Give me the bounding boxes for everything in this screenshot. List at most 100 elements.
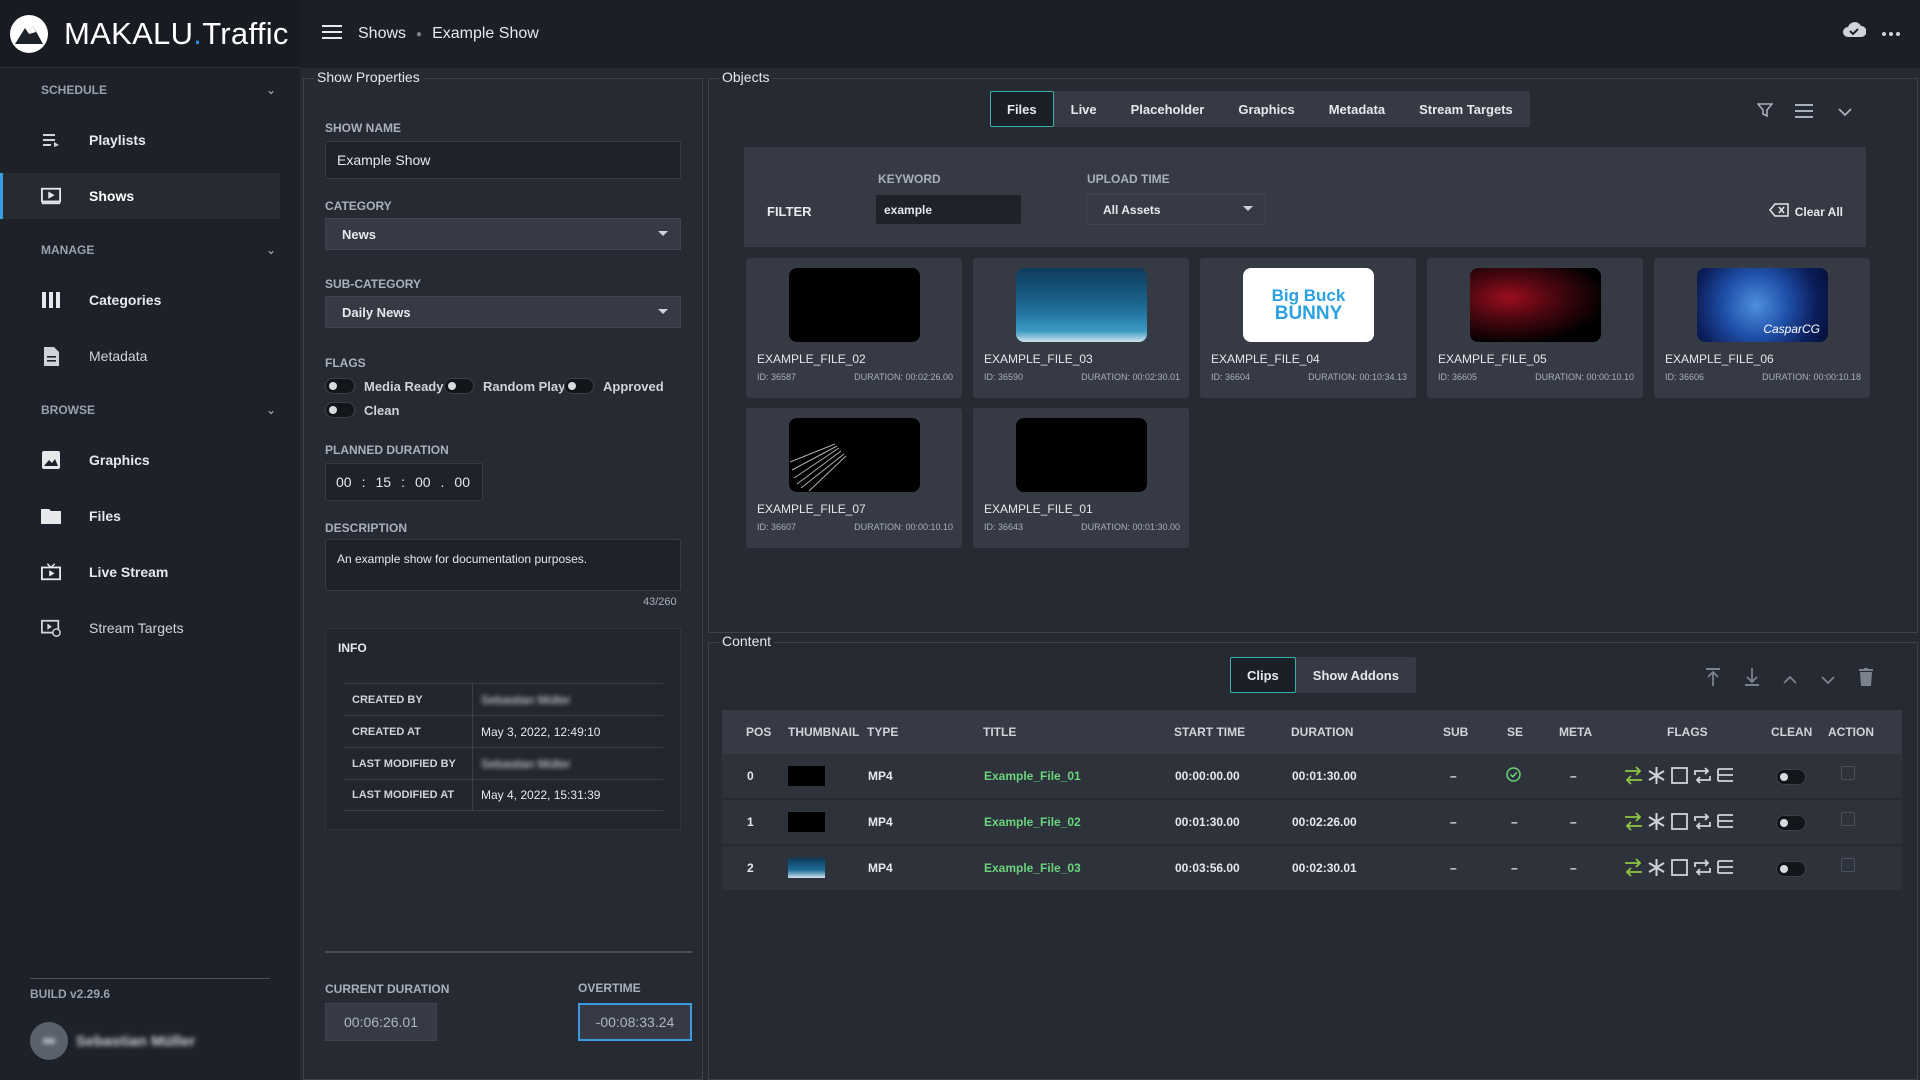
tab-metadata[interactable]: Metadata [1312,91,1402,127]
current-duration-label: CURRENT DURATION [325,982,450,996]
table-row[interactable]: 1 MP4 Example_File_02 00:01:30.00 00:02:… [722,800,1902,844]
build-version: BUILD v2.29.6 [30,978,270,1001]
objects-title: Objects [719,69,773,85]
media-ready-toggle[interactable] [325,378,355,394]
flag-random-play[interactable]: Random Play [444,378,565,394]
asterisk-icon [1648,767,1665,784]
trash-icon[interactable] [1859,668,1873,691]
flag-approved[interactable]: Approved [564,378,664,394]
app-root: MAKALU.Traffic SCHEDULE ⌄ Playlists Shows… [0,0,1920,1080]
planned-duration-input[interactable]: 00:15:00. 00 [325,463,483,501]
sidebar-item-files[interactable]: Files [0,493,280,539]
app-logo[interactable]: MAKALU.Traffic [0,0,300,68]
category-select[interactable]: News [325,218,681,250]
tab-files[interactable]: Files [990,91,1054,127]
clean-toggle[interactable] [1776,769,1806,785]
top-bar: Shows ● Example Show [300,0,1920,68]
move-to-top-icon[interactable] [1706,668,1720,691]
section-manage[interactable]: MANAGE ⌄ [0,232,300,268]
playlist-icon [41,131,61,149]
repeat-icon [1694,767,1711,784]
move-up-icon[interactable] [1783,672,1797,690]
row-flags [1623,857,1736,878]
chevron-down-icon: ⌄ [265,403,276,417]
avatar[interactable]: ■■ [30,1022,68,1060]
info-title: INFO [338,641,367,655]
sidebar-item-categories[interactable]: Categories [0,277,280,323]
file-card[interactable]: EXAMPLE_FILE_03 ID: 36590 DURATION: 00:0… [973,258,1189,398]
planned-duration-label: PLANNED DURATION [325,443,449,457]
overtime-value: -00:08:33.24 [578,1003,692,1041]
more-options-icon[interactable] [1882,23,1900,41]
description-textarea[interactable]: An example show for documentation purpos… [325,539,681,591]
file-card[interactable]: EXAMPLE_FILE_02 ID: 36587 DURATION: 00:0… [746,258,962,398]
section-browse[interactable]: BROWSE ⌄ [0,392,300,428]
action-checkbox[interactable] [1841,766,1855,780]
tab-placeholder[interactable]: Placeholder [1114,91,1222,127]
keyword-input[interactable]: example [875,194,1022,225]
tab-show-addons[interactable]: Show Addons [1296,657,1416,693]
random-play-toggle[interactable] [444,378,474,394]
info-row: CREATED AT May 3, 2022, 12:49:10 [343,715,663,747]
swap-icon [1625,766,1642,785]
tab-graphics[interactable]: Graphics [1221,91,1311,127]
flag-clean[interactable]: Clean [325,402,399,418]
current-duration-value: 00:06:26.01 [325,1003,437,1041]
clean-toggle[interactable] [1776,861,1806,877]
file-card[interactable]: Big Buck BUNNY EXAMPLE_FILE_04 ID: 36604… [1200,258,1416,398]
folder-icon [41,507,61,525]
upload-time-select[interactable]: All Assets [1086,194,1266,225]
show-name-input[interactable]: Example Show [325,141,681,179]
file-card[interactable]: EXAMPLE_FILE_07 ID: 36607 DURATION: 00:0… [746,408,962,548]
user-profile[interactable]: ■■ Sebastian Müller [30,1022,195,1060]
table-row[interactable]: 2 MP4 Example_File_03 00:03:56.00 00:02:… [722,846,1902,890]
content-table-header: POS THUMBNAIL TYPE TITLE START TIME DURA… [722,710,1902,754]
tab-stream-targets[interactable]: Stream Targets [1402,91,1530,127]
keyword-label: KEYWORD [878,172,941,186]
flag-media-ready[interactable]: Media Ready [325,378,443,394]
sidebar-item-graphics[interactable]: Graphics [0,437,280,483]
cloud-check-icon[interactable] [1842,20,1867,43]
row-flags [1623,765,1736,786]
chevron-down-icon: ⌄ [265,243,276,257]
chevron-down-icon[interactable] [1838,104,1852,122]
filter-icon[interactable] [1756,102,1774,123]
action-checkbox[interactable] [1841,812,1855,826]
document-icon [41,346,61,366]
file-card[interactable]: EXAMPLE_FILE_01 ID: 36643 DURATION: 00:0… [973,408,1189,548]
action-checkbox[interactable] [1841,858,1855,872]
tab-live[interactable]: Live [1054,91,1114,127]
filter-bar: FILTER KEYWORD example UPLOAD TIME All A… [744,147,1866,247]
move-to-bottom-icon[interactable] [1745,668,1759,691]
info-row: LAST MODIFIED AT May 4, 2022, 15:31:39 [343,779,663,811]
clip-thumbnail [788,766,825,786]
asterisk-icon [1648,859,1665,876]
filter-label: FILTER [767,204,812,219]
move-down-icon[interactable] [1821,672,1835,690]
clip-thumbnail [788,858,825,878]
sidebar-item-stream-targets[interactable]: Stream Targets [0,605,280,651]
caret-down-icon [1243,206,1253,211]
file-thumbnail [789,418,920,492]
clear-all-button[interactable]: Clear All [1768,203,1843,220]
sidebar-item-live-stream[interactable]: Live Stream [0,549,280,595]
file-card[interactable]: CasparCG EXAMPLE_FILE_06 ID: 36606 DURAT… [1654,258,1870,398]
clean-toggle[interactable] [325,402,355,418]
stream-settings-icon [41,619,61,637]
breadcrumb-shows[interactable]: Shows [358,25,406,43]
subcategory-select[interactable]: Daily News [325,296,681,328]
clean-toggle[interactable] [1776,815,1806,831]
list-view-icon[interactable] [1795,104,1813,123]
file-card[interactable]: EXAMPLE_FILE_05 ID: 36605 DURATION: 00:0… [1427,258,1643,398]
sidebar-item-shows[interactable]: Shows [0,173,280,219]
repeat-icon [1694,813,1711,830]
sidebar-item-metadata[interactable]: Metadata [0,333,280,379]
section-schedule[interactable]: SCHEDULE ⌄ [0,72,300,108]
sidebar-item-playlists[interactable]: Playlists [0,117,280,163]
approved-toggle[interactable] [564,378,594,394]
flags-label: FLAGS [325,356,366,370]
table-row[interactable]: 0 MP4 Example_File_01 00:00:00.00 00:01:… [722,754,1902,798]
layers-icon [1717,768,1733,782]
menu-icon[interactable] [322,24,342,45]
tab-clips[interactable]: Clips [1230,657,1296,693]
